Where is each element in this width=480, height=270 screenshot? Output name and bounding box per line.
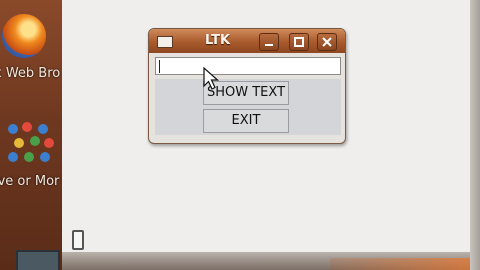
exit-button[interactable]: EXIT (203, 109, 289, 133)
close-icon (322, 37, 332, 47)
desktop-icon-label-web-browser[interactable]: x Web Bro (0, 66, 60, 81)
minimize-icon (265, 44, 273, 46)
desktop-icon-label-live[interactable]: ive or Mor (0, 174, 59, 189)
text-caret (159, 60, 160, 73)
window-titlebar[interactable]: LTK (149, 29, 345, 53)
button-area: SHOW TEXT EXIT (155, 79, 341, 135)
taskbar-thumbnail[interactable] (16, 250, 60, 270)
maximize-button[interactable] (289, 33, 309, 51)
maximize-icon (294, 37, 304, 47)
mouse-pointer-icon (203, 67, 219, 90)
text-entry[interactable] (155, 57, 341, 75)
close-button[interactable] (317, 33, 337, 51)
monitor-bezel (470, 0, 480, 270)
minimize-button[interactable] (259, 33, 279, 51)
window-menu-icon[interactable] (157, 36, 173, 48)
window-title: LTK (205, 33, 231, 48)
ltk-window: LTK SHOW TEXT EXIT (148, 28, 346, 144)
monitor-glow (330, 258, 480, 270)
scroll-stub (72, 230, 84, 250)
desktop-panel: x Web Bro ive or Mor (0, 0, 62, 270)
apps-icon[interactable] (6, 120, 58, 168)
firefox-icon[interactable] (2, 14, 46, 58)
